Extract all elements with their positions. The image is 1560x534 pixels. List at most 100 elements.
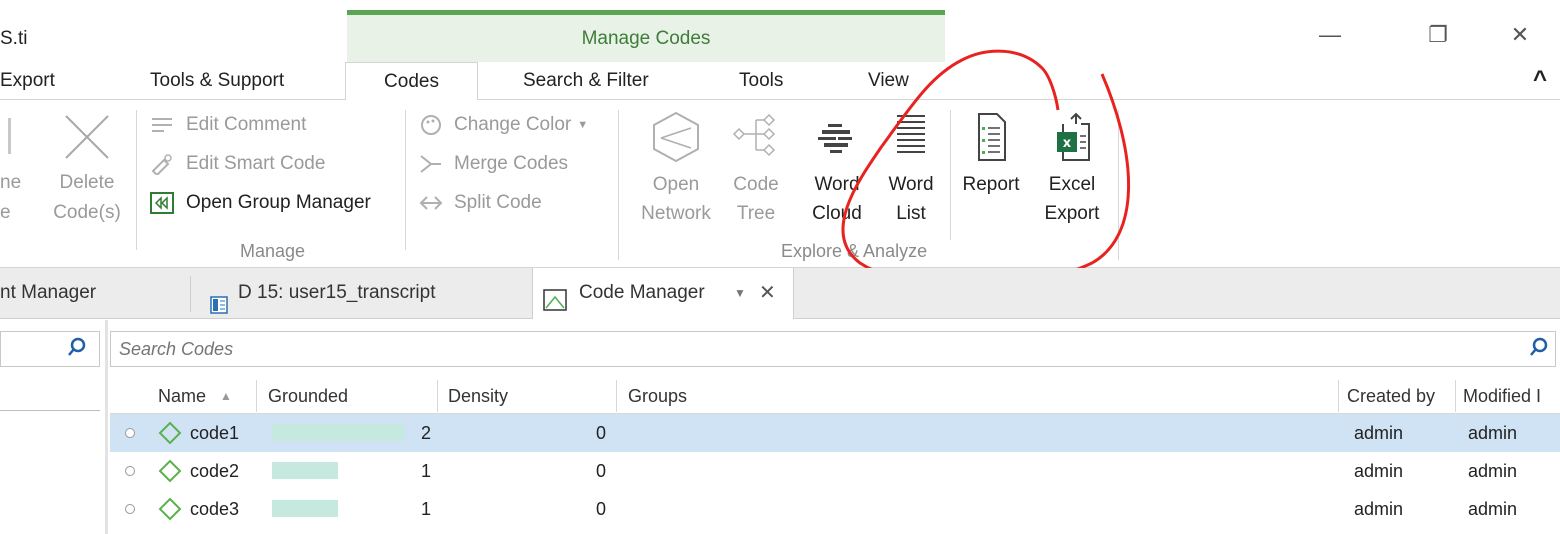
column-header-grounded[interactable]: Grounded xyxy=(268,380,348,412)
separator xyxy=(190,276,191,312)
smart-code-icon xyxy=(150,153,174,177)
doc-tab-code-manager-label: Code Manager xyxy=(579,282,705,303)
grounded-bar xyxy=(272,462,338,479)
density-value: 0 xyxy=(595,461,606,481)
table-row[interactable]: code2 1 0 admin admin xyxy=(110,452,1560,490)
partial-button-label-2: e xyxy=(0,202,11,223)
column-header-created-by[interactable]: Created by xyxy=(1347,380,1435,412)
open-network-button[interactable]: Open Network xyxy=(636,110,716,225)
dropdown-arrow-icon: ▼ xyxy=(577,119,589,131)
minimize-button[interactable]: — xyxy=(1310,20,1350,50)
separator xyxy=(256,380,257,412)
tab-tools-support[interactable]: Tools & Support xyxy=(150,62,284,100)
search-codes-input[interactable] xyxy=(110,331,1556,367)
tab-search-filter[interactable]: Search & Filter xyxy=(523,62,649,100)
table-row[interactable]: code3 1 0 admin admin xyxy=(110,490,1560,528)
tab-export[interactable]: Export xyxy=(0,62,55,100)
sort-ascending-icon: ▲ xyxy=(220,389,232,403)
delete-codes-button[interactable]: Delete Code(s) xyxy=(46,172,128,224)
code-icon xyxy=(158,497,182,521)
edit-comment-button[interactable]: Edit Comment xyxy=(150,114,306,136)
row-select-icon[interactable] xyxy=(125,466,135,476)
doc-tab-transcript[interactable]: D 15: user15_transcript xyxy=(210,268,436,318)
code-name: code3 xyxy=(190,499,240,519)
doc-tab-code-manager[interactable]: Code Manager ▼ ✕ xyxy=(532,268,794,319)
restore-button[interactable]: ❐ xyxy=(1418,20,1458,50)
column-header-groups[interactable]: Groups xyxy=(628,380,687,412)
tab-dropdown-icon[interactable]: ▼ xyxy=(734,268,746,318)
pane-splitter[interactable] xyxy=(105,320,108,534)
row-select-icon[interactable] xyxy=(125,504,135,514)
grounded-value: 1 xyxy=(420,499,431,519)
doc-tab-document-manager[interactable]: nt Manager xyxy=(0,268,96,318)
network-icon xyxy=(636,110,716,166)
modified-by: admin xyxy=(1468,423,1518,443)
separator xyxy=(1455,380,1456,412)
tab-close-icon[interactable]: ✕ xyxy=(759,268,776,318)
group-manager-icon xyxy=(150,192,174,214)
edit-comment-label: Edit Comment xyxy=(186,114,307,135)
left-search-icon[interactable] xyxy=(66,336,88,358)
grounded-value: 1 xyxy=(420,461,431,481)
code-tree-button[interactable]: Code Tree xyxy=(728,110,784,225)
open-group-manager-label: Open Group Manager xyxy=(186,192,371,213)
row-select-icon[interactable] xyxy=(125,428,135,438)
modified-by: admin xyxy=(1468,461,1518,481)
grounded-bar xyxy=(272,500,338,517)
code-tree-label-2: Tree xyxy=(736,203,776,224)
collapse-ribbon-icon[interactable]: ^ xyxy=(1533,66,1547,94)
edit-smart-code-label: Edit Smart Code xyxy=(186,153,326,174)
merge-icon xyxy=(419,153,443,175)
tab-tools[interactable]: Tools xyxy=(739,62,783,100)
search-codes-field[interactable] xyxy=(111,332,1501,366)
partial-button-icon xyxy=(8,118,11,154)
split-code-button[interactable]: Split Code xyxy=(419,192,542,214)
tab-codes[interactable]: Codes xyxy=(345,62,478,101)
change-color-label: Change Color xyxy=(454,114,572,135)
separator xyxy=(618,110,619,260)
annotation-circle xyxy=(820,48,1140,296)
delete-label-1: Delete xyxy=(59,172,115,193)
separator xyxy=(616,380,617,412)
column-header-density[interactable]: Density xyxy=(448,380,508,412)
grounded-bar xyxy=(272,424,404,441)
separator xyxy=(437,380,438,412)
merge-codes-button[interactable]: Merge Codes xyxy=(419,153,568,175)
column-header-modified-by[interactable]: Modified I xyxy=(1463,380,1557,412)
palette-icon xyxy=(419,114,443,136)
density-value: 0 xyxy=(595,423,606,443)
doc-tab-transcript-label: D 15: user15_transcript xyxy=(238,282,436,303)
code-name: code2 xyxy=(190,461,240,481)
delete-label-2: Code(s) xyxy=(53,202,121,223)
code-icon xyxy=(158,421,182,445)
code-name: code1 xyxy=(190,423,240,443)
edit-smart-code-button[interactable]: Edit Smart Code xyxy=(150,153,326,177)
split-code-label: Split Code xyxy=(454,192,542,213)
column-header-name[interactable]: Name ▲ xyxy=(158,380,232,412)
separator xyxy=(405,110,406,250)
delete-icon xyxy=(62,112,112,162)
open-group-manager-button[interactable]: Open Group Manager xyxy=(150,192,371,214)
tree-icon xyxy=(728,110,784,166)
left-pane-divider xyxy=(0,410,100,411)
code-manager-icon xyxy=(543,281,567,311)
grounded-value: 2 xyxy=(420,423,431,443)
open-network-label-1: Open xyxy=(652,174,700,195)
column-header-name-label: Name xyxy=(158,386,207,406)
table-row[interactable]: code1 2 0 admin admin xyxy=(110,414,1560,452)
search-codes-icon[interactable] xyxy=(1528,336,1550,358)
separator xyxy=(1338,380,1339,412)
manage-group-label: Manage xyxy=(240,241,306,261)
created-by: admin xyxy=(1354,461,1404,481)
code-icon xyxy=(158,459,182,483)
split-icon xyxy=(419,192,443,214)
change-color-button[interactable]: Change Color ▼ xyxy=(419,114,588,136)
merge-codes-label: Merge Codes xyxy=(454,153,569,174)
created-by: admin xyxy=(1354,423,1404,443)
context-tab-title: Manage Codes xyxy=(581,28,711,49)
close-button[interactable]: ✕ xyxy=(1500,20,1540,50)
density-value: 0 xyxy=(595,499,606,519)
app-title: S.ti xyxy=(0,28,28,49)
modified-by: admin xyxy=(1468,499,1518,519)
code-tree-label-1: Code xyxy=(733,174,779,195)
